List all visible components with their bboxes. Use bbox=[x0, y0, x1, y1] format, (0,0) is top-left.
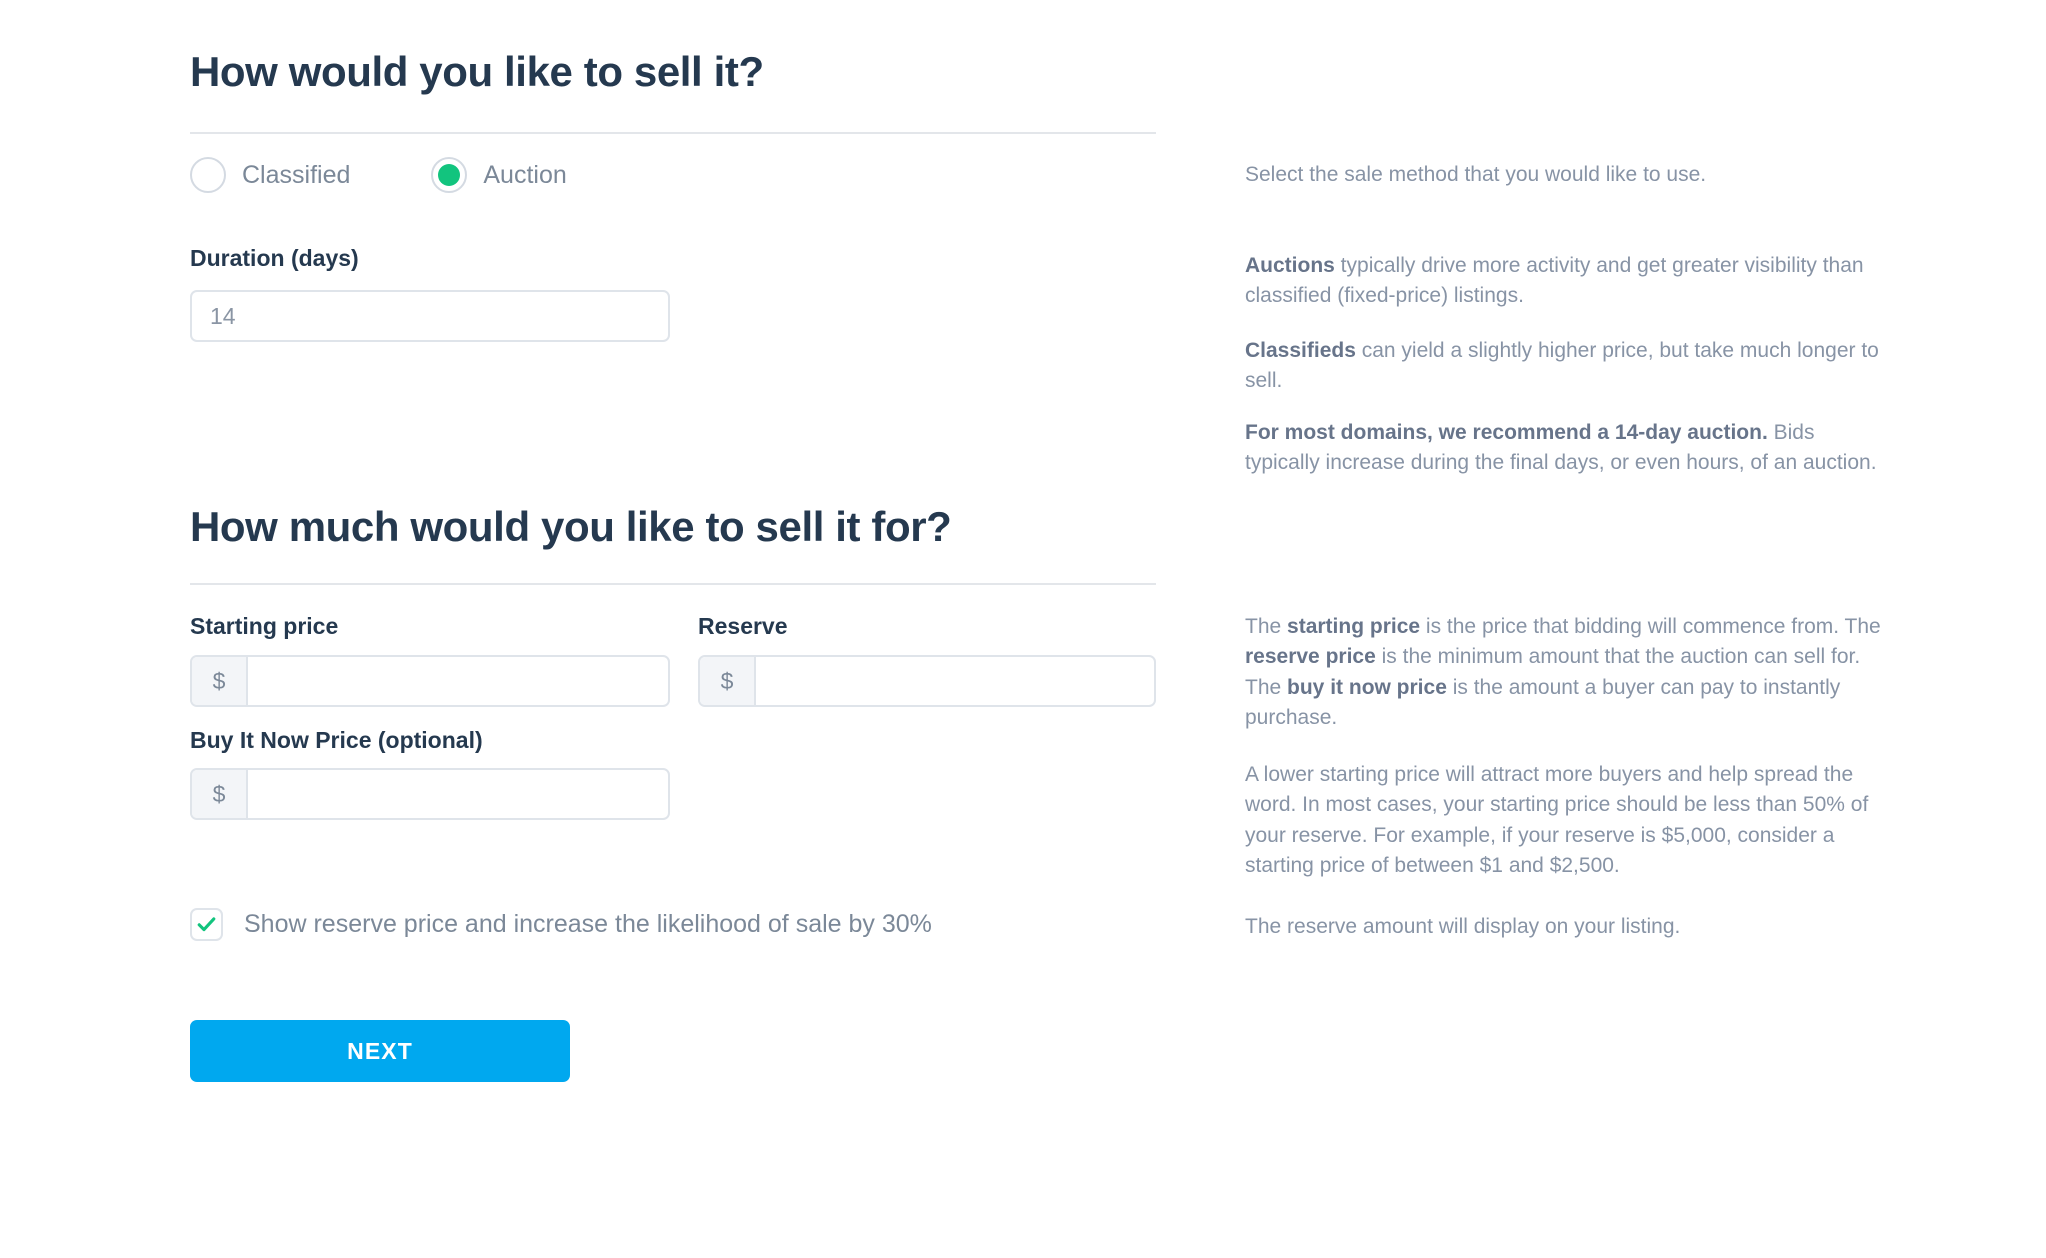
sell-listing-form-page: How would you like to sell it? Classifie… bbox=[0, 0, 2046, 1258]
duration-input[interactable] bbox=[190, 290, 670, 342]
radio-label-auction: Auction bbox=[483, 160, 567, 189]
starting-price-label: Starting price bbox=[190, 613, 339, 639]
help-classifieds: Classifieds can yield a slightly higher … bbox=[1245, 339, 1879, 393]
dollar-sign-icon-starting-price: $ bbox=[192, 657, 248, 705]
duration-label: Duration (days) bbox=[190, 245, 359, 271]
show-reserve-checkbox[interactable] bbox=[190, 908, 223, 941]
help-price-definitions: The starting price is the price that bid… bbox=[1245, 615, 1881, 730]
reserve-label: Reserve bbox=[698, 613, 788, 639]
price-section-divider bbox=[190, 583, 1156, 585]
sale-method-divider bbox=[190, 132, 1156, 134]
sale-method-heading: How would you like to sell it? bbox=[190, 48, 764, 95]
help-select-method: Select the sale method that you would li… bbox=[1245, 163, 1707, 186]
buy-it-now-input[interactable] bbox=[248, 770, 668, 818]
reserve-field: $ bbox=[698, 655, 1156, 707]
help-auctions: Auctions typically drive more activity a… bbox=[1245, 254, 1864, 308]
dollar-sign-icon-buy-it-now: $ bbox=[192, 770, 248, 818]
buy-it-now-field: $ bbox=[190, 768, 670, 820]
buy-it-now-label: Buy It Now Price (optional) bbox=[190, 727, 483, 753]
help-lower-start-advice: A lower starting price will attract more… bbox=[1245, 763, 1869, 878]
show-reserve-checkbox-label: Show reserve price and increase the like… bbox=[244, 910, 932, 938]
price-section-heading: How much would you like to sell it for? bbox=[190, 503, 952, 550]
radio-circle-icon-auction bbox=[431, 157, 468, 193]
show-reserve-checkbox-row[interactable]: Show reserve price and increase the like… bbox=[190, 908, 932, 941]
next-button[interactable]: NEXT bbox=[190, 1020, 570, 1082]
help-recommendation: For most domains, we recommend a 14-day … bbox=[1245, 421, 1877, 475]
radio-label-classified: Classified bbox=[242, 160, 351, 189]
sale-method-radio-group: Classified Auction bbox=[190, 157, 567, 193]
checkmark-icon bbox=[197, 917, 216, 932]
radio-option-classified[interactable]: Classified bbox=[190, 157, 350, 193]
reserve-input[interactable] bbox=[756, 657, 1154, 705]
radio-option-auction[interactable]: Auction bbox=[431, 157, 567, 193]
radio-circle-icon-classified bbox=[190, 157, 226, 193]
radio-selected-dot-icon bbox=[438, 164, 461, 186]
starting-price-input[interactable] bbox=[248, 657, 668, 705]
help-reserve-display: The reserve amount will display on your … bbox=[1245, 915, 1681, 938]
starting-price-field: $ bbox=[190, 655, 670, 707]
dollar-sign-icon-reserve: $ bbox=[700, 657, 756, 705]
